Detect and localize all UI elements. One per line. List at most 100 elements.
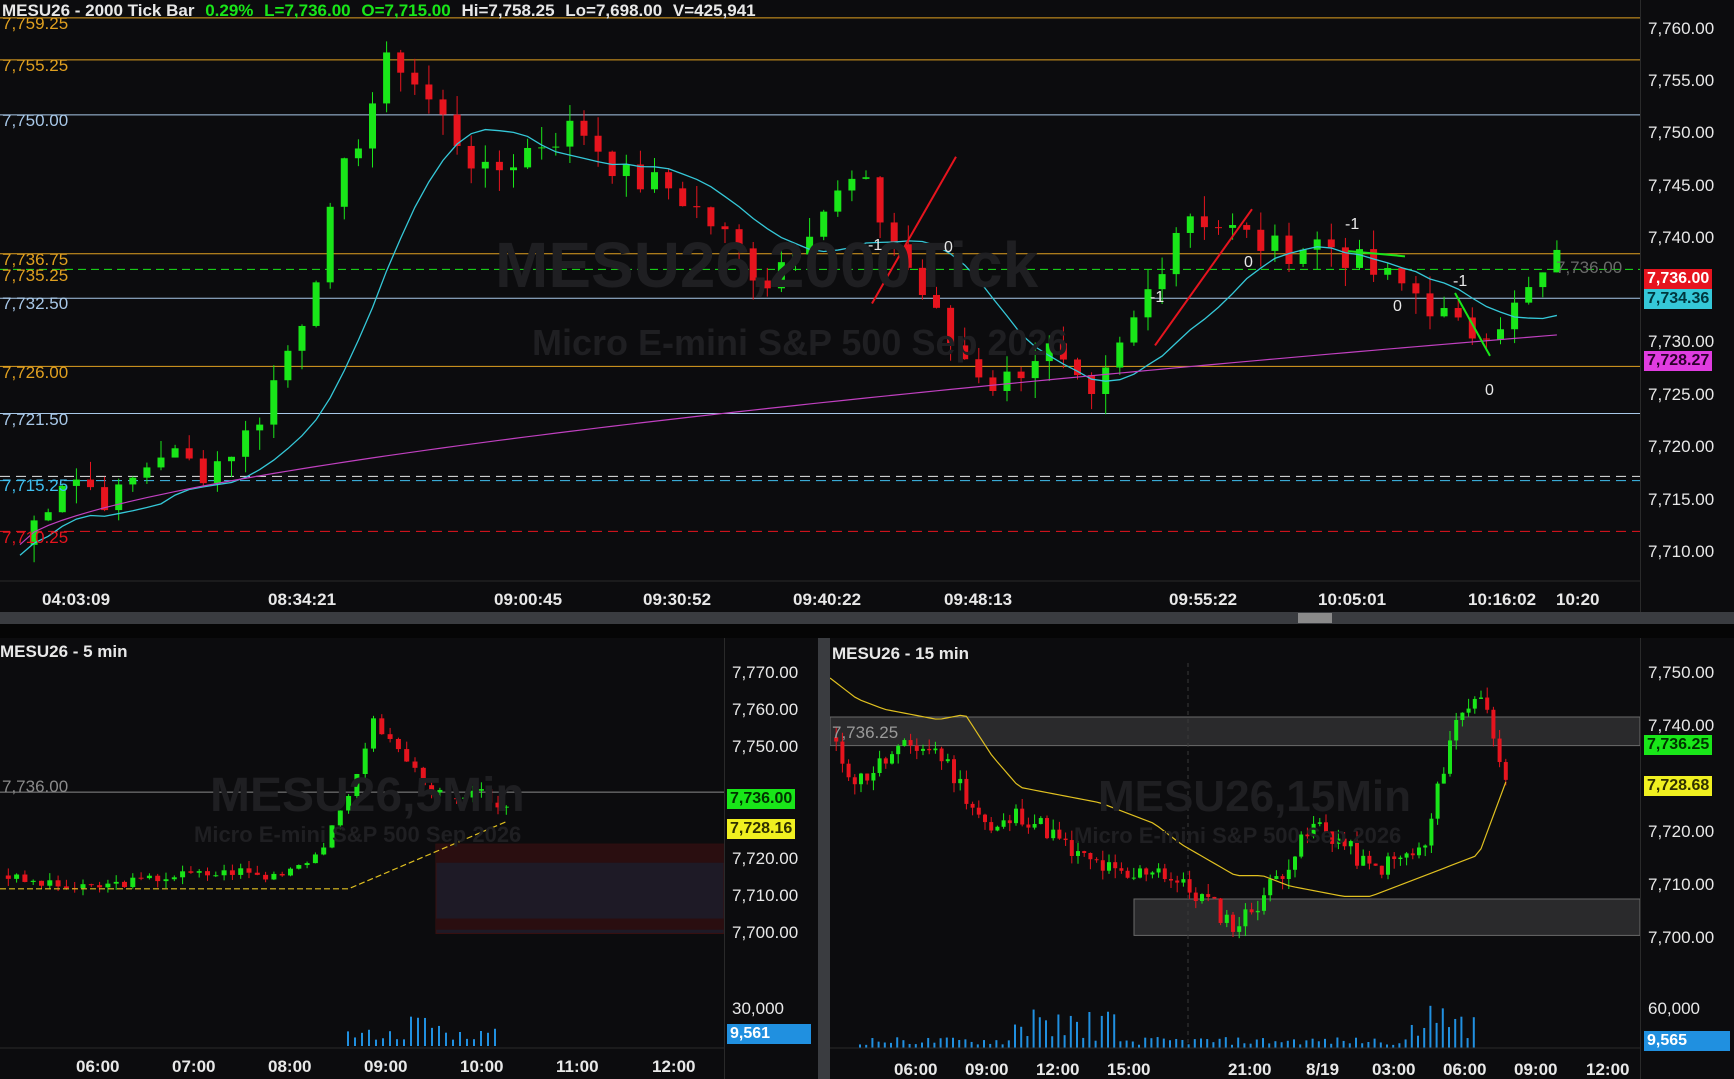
volume-tick: 60,000 [1648,999,1700,1018]
candle-body [80,884,86,889]
zone-box [436,918,724,930]
candle-body [188,871,194,873]
candle-body [1497,738,1502,763]
candle-body [834,190,842,212]
y-tick-7730: 7,730.00 [1648,332,1715,351]
swing-annotation: 0 [1244,254,1253,271]
candle-body [1130,317,1138,343]
candle-body [538,147,546,149]
candle-body [1479,697,1483,699]
candle-body [146,875,152,879]
candle-body [1181,879,1186,883]
candle-body [1063,838,1068,841]
candle-body [1014,808,1018,824]
x-tick: 21:00 [1228,1060,1272,1079]
y-tick-7740: 7,740.00 [1648,228,1715,247]
five-min-price-plot[interactable] [0,638,724,1079]
x-tick: 15:00 [1107,1060,1151,1079]
candle-body [976,807,981,815]
x-tick: 12:00 [1586,1060,1630,1079]
candle-body [1286,869,1291,879]
level-label-7710-25: 7,710.25 [2,528,69,547]
candle-body [1255,910,1260,913]
fifteen-min-title: MESU26 - 15 min [832,644,969,663]
candle-body [1051,829,1056,839]
candle-body [113,881,119,884]
candle-body [1367,855,1372,864]
candle-body [1454,719,1459,741]
level-label-7721-50: 7,721.50 [2,410,69,429]
candle-body [22,874,28,882]
fifteen-min-last-price-tag: 7,736.25 [1644,735,1713,755]
candle-body [425,84,433,100]
candle-body [1113,862,1118,869]
candle-body [256,424,264,431]
candle-body [1187,879,1192,893]
x-tick: 09:00:45 [494,590,563,609]
candle-body [622,164,630,177]
fifteen-min-chart-panel[interactable]: MESU26 - 15 min MESU26,15Min Micro E-min… [830,638,1734,1079]
candle-body [1274,876,1279,880]
panel-divider[interactable] [0,624,1734,638]
scrollbar-thumb[interactable] [1298,613,1332,623]
candle-body [552,146,560,148]
candle-body [1038,818,1043,824]
fifteen-min-level-label: 7,736.25 [832,723,899,742]
candle-body [1491,709,1496,739]
candle-body [171,877,177,880]
candle-body [404,749,410,762]
candle-body [1131,877,1136,879]
candle-body [1116,342,1124,368]
candle-body [952,759,956,784]
x-tick: 10:20 [1556,590,1600,609]
fifteen-min-price-plot[interactable] [830,638,1640,1079]
candle-body [180,871,186,878]
candle-body [312,282,320,326]
x-tick: 09:55:22 [1169,590,1238,609]
candle-body [1440,308,1448,317]
x-tick: 09:00 [364,1057,408,1076]
candle-body [14,874,20,879]
y-tick-7760: 7,760.00 [1648,19,1715,38]
candle-body [1200,894,1204,902]
candle-body [171,448,179,458]
candle-body [1472,698,1477,709]
candle-body [707,207,715,227]
candle-body [840,741,845,764]
top-chart-scrollbar[interactable] [0,612,1734,624]
x-tick: 06:00 [1443,1060,1487,1079]
candle-body [1412,283,1420,294]
candle-body [1100,860,1105,871]
candle-body [1293,856,1297,870]
candle-body [1485,697,1490,710]
candle-body [983,814,987,823]
five-min-watermark-title: MESU26,5Min [210,769,525,822]
candle-body [47,880,53,886]
y-tick-7710: 7,710.00 [1648,542,1715,561]
candle-body [185,448,193,459]
candle-body [354,148,362,159]
y-tick: 7,710.00 [1648,875,1715,894]
five-min-chart-panel[interactable]: MESU26 - 5 min MESU26,5Min Micro E-mini … [0,638,818,1079]
candle-body [379,718,385,735]
vertical-divider[interactable] [818,638,830,1079]
candle-body [1026,824,1031,828]
candle-body [995,826,1000,831]
candle-body [580,120,588,136]
candle-body [1020,808,1025,825]
candle-body [1249,909,1254,913]
candle-body [246,868,252,873]
candle-body [896,745,901,755]
top-chart-panel[interactable]: MESU26 - 2000 Tick Bar 0.29% L=7,736.00 … [0,0,1734,612]
high-value: Hi=7,758.25 [461,1,555,20]
candle-body [221,870,227,876]
candle-body [1497,329,1504,340]
top-chart-header: MESU26 - 2000 Tick Bar 0.29% L=7,736.00 … [2,1,756,21]
candle-body [387,734,393,739]
candle-body [72,479,80,486]
magenta-ma-tag: 7,728.27 [1644,351,1713,371]
candle-body [877,758,882,773]
candle-body [453,114,461,146]
candle-body [1257,229,1265,251]
y-tick: 7,750.00 [1648,663,1715,682]
